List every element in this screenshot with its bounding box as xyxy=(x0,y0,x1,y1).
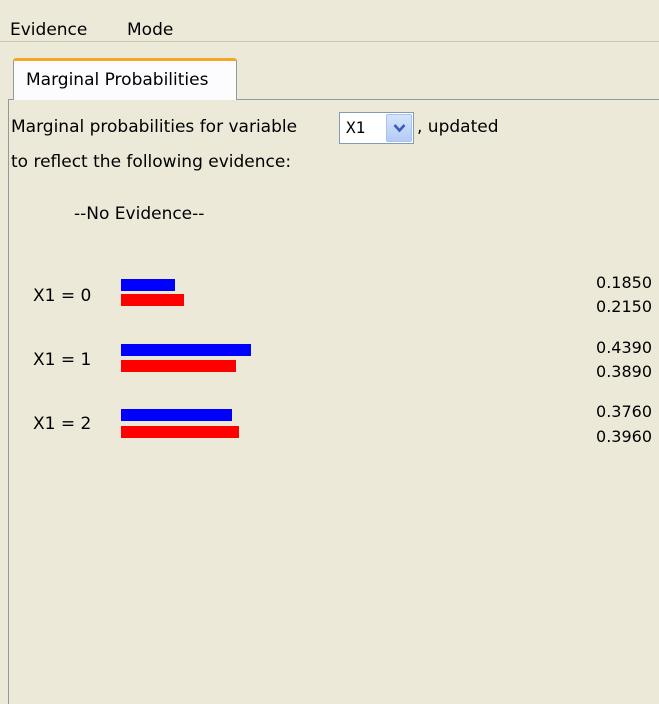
variable-select-value: X1 xyxy=(346,118,366,137)
probability-value-red: 0.3890 xyxy=(596,362,652,381)
probability-value-blue: 0.3760 xyxy=(596,402,652,421)
probability-value-blue: 0.4390 xyxy=(596,338,652,357)
intro-text: Marginal probabilities for variable xyxy=(11,117,298,137)
intro-text-suffix: , updated xyxy=(417,117,499,137)
probability-bar-red xyxy=(121,426,239,438)
probability-bar-red xyxy=(121,360,236,372)
tab-marginal-probabilities[interactable]: Marginal Probabilities xyxy=(13,58,237,100)
row-label: X1 = 2 xyxy=(33,414,92,434)
dropdown-button[interactable] xyxy=(386,114,412,142)
chevron-down-icon xyxy=(393,124,406,133)
probability-bar-blue xyxy=(121,344,251,356)
probability-bar-blue xyxy=(121,409,232,421)
probability-bar-blue xyxy=(121,279,175,291)
probability-value-red: 0.2150 xyxy=(596,297,652,316)
intro-text-line2: to reflect the following evidence: xyxy=(11,152,292,172)
menu-mode[interactable]: Mode xyxy=(127,20,173,40)
evidence-summary: --No Evidence-- xyxy=(74,204,205,224)
menu-evidence[interactable]: Evidence xyxy=(10,20,87,40)
probability-value-red: 0.3960 xyxy=(596,427,652,446)
row-label: X1 = 1 xyxy=(33,350,92,370)
tab-panel xyxy=(8,99,659,704)
tab-label: Marginal Probabilities xyxy=(26,70,209,90)
variable-select[interactable]: X1 xyxy=(339,112,414,144)
probability-bar-red xyxy=(121,294,184,306)
row-label: X1 = 0 xyxy=(33,286,92,306)
probability-value-blue: 0.1850 xyxy=(596,273,652,292)
menu-bar: Evidence Mode xyxy=(0,0,659,42)
